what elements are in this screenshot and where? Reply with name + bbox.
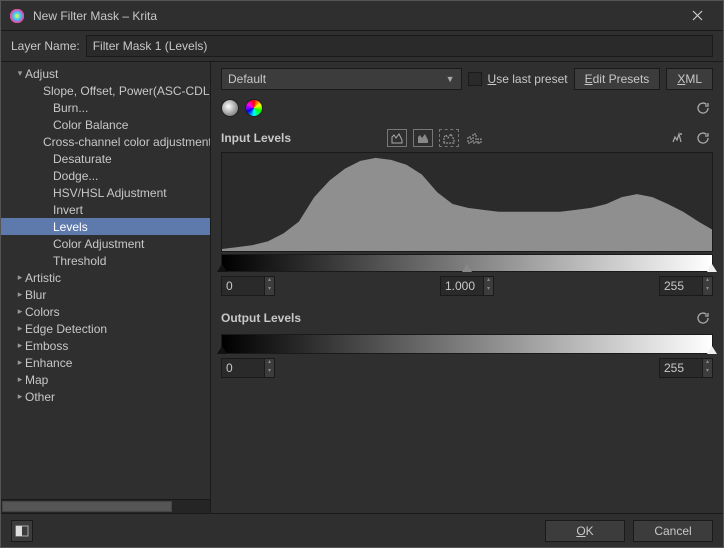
tree-scrollbar[interactable]	[1, 499, 210, 513]
chevron-down-icon: ▼	[446, 74, 455, 84]
layer-name-label: Layer Name:	[11, 39, 80, 53]
use-last-preset-checkbox[interactable]	[468, 72, 482, 86]
ok-button[interactable]: OK	[545, 520, 625, 542]
xml-button[interactable]: XML	[666, 68, 713, 90]
tree-item-slope-offset-power-asc-cdl[interactable]: Slope, Offset, Power(ASC-CDL)	[1, 82, 210, 99]
dialog-window: New Filter Mask – Krita Layer Name: ▾Adj…	[0, 0, 724, 548]
tree-item-blur[interactable]: ▸Blur	[1, 286, 210, 303]
input-black-handle[interactable]	[217, 264, 227, 272]
scale-hist-icon[interactable]	[439, 129, 459, 147]
edit-presets-button[interactable]: Edit Presets	[574, 68, 661, 90]
input-gamma-handle[interactable]	[462, 264, 472, 272]
tree-item-enhance[interactable]: ▸Enhance	[1, 354, 210, 371]
input-histogram	[221, 152, 713, 252]
cancel-button[interactable]: Cancel	[633, 520, 713, 542]
output-white-handle[interactable]	[707, 346, 717, 354]
scrollbar-thumb[interactable]	[2, 501, 172, 512]
output-levels-label: Output Levels	[221, 311, 321, 325]
linear-hist-icon[interactable]	[387, 129, 407, 147]
log-hist-icon[interactable]	[413, 129, 433, 147]
input-gamma-spin[interactable]: 1.000▴▾	[440, 276, 494, 296]
filter-tree-panel: ▾AdjustSlope, Offset, Power(ASC-CDL)Burn…	[1, 62, 211, 513]
tree-item-colors[interactable]: ▸Colors	[1, 303, 210, 320]
scale-fit-icon[interactable]	[465, 129, 485, 147]
dialog-footer: OK Cancel	[1, 513, 723, 547]
close-button[interactable]	[679, 2, 715, 30]
tree-item-artistic[interactable]: ▸Artistic	[1, 269, 210, 286]
tree-item-dodge[interactable]: Dodge...	[1, 167, 210, 184]
use-last-preset-label: Use last preset	[488, 72, 568, 86]
auto-levels-icon[interactable]	[667, 128, 687, 148]
tree-item-adjust[interactable]: ▾Adjust	[1, 65, 210, 82]
reset-input-icon[interactable]	[693, 128, 713, 148]
lightness-channel-icon[interactable]	[221, 99, 239, 117]
tree-item-hsv-hsl-adjustment[interactable]: HSV/HSL Adjustment	[1, 184, 210, 201]
tree-item-cross-channel-color-adjustment[interactable]: Cross-channel color adjustment	[1, 133, 210, 150]
window-title: New Filter Mask – Krita	[33, 9, 679, 23]
tree-item-burn[interactable]: Burn...	[1, 99, 210, 116]
preview-toggle[interactable]	[11, 520, 33, 542]
title-bar: New Filter Mask – Krita	[1, 1, 723, 31]
input-white-handle[interactable]	[707, 264, 717, 272]
input-white-spin[interactable]: 255▴▾	[659, 276, 713, 296]
layer-name-input[interactable]	[86, 35, 713, 57]
input-levels-label: Input Levels	[221, 131, 321, 145]
reset-output-icon[interactable]	[693, 308, 713, 328]
tree-item-edge-detection[interactable]: ▸Edge Detection	[1, 320, 210, 337]
preset-combo[interactable]: Default ▼	[221, 68, 462, 90]
tree-item-levels[interactable]: Levels	[1, 218, 210, 235]
all-channels-icon[interactable]	[245, 99, 263, 117]
tree-item-threshold[interactable]: Threshold	[1, 252, 210, 269]
tree-item-invert[interactable]: Invert	[1, 201, 210, 218]
tree-item-emboss[interactable]: ▸Emboss	[1, 337, 210, 354]
output-black-handle[interactable]	[217, 346, 227, 354]
output-white-spin[interactable]: 255▴▾	[659, 358, 713, 378]
tree-item-color-balance[interactable]: Color Balance	[1, 116, 210, 133]
app-icon	[9, 8, 25, 24]
tree-item-desaturate[interactable]: Desaturate	[1, 150, 210, 167]
output-gradient-slider[interactable]	[221, 334, 713, 354]
tree-item-color-adjustment[interactable]: Color Adjustment	[1, 235, 210, 252]
input-black-spin[interactable]: 0▴▾	[221, 276, 275, 296]
input-gradient-slider[interactable]	[221, 254, 713, 272]
layer-name-row: Layer Name:	[1, 31, 723, 62]
tree-item-other[interactable]: ▸Other	[1, 388, 210, 405]
tree-item-map[interactable]: ▸Map	[1, 371, 210, 388]
filter-settings-panel: Default ▼ Use last preset Edit Presets X…	[211, 62, 723, 513]
preset-combo-value: Default	[228, 72, 266, 86]
output-black-spin[interactable]: 0▴▾	[221, 358, 275, 378]
reset-channel-icon[interactable]	[693, 98, 713, 118]
filter-tree[interactable]: ▾AdjustSlope, Offset, Power(ASC-CDL)Burn…	[1, 62, 210, 499]
